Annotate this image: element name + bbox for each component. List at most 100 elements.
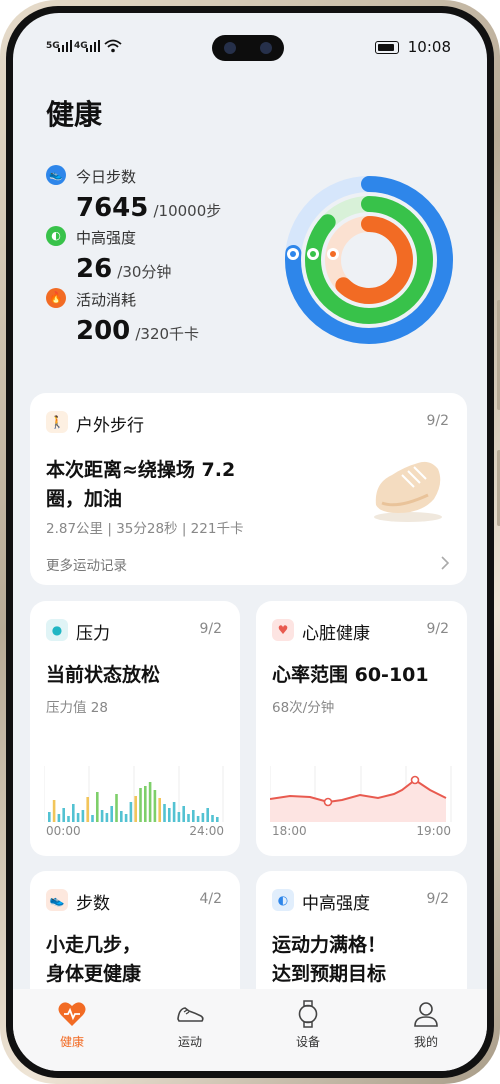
stress-bar bbox=[96, 792, 99, 822]
metric-label: 今日步数 bbox=[76, 168, 137, 186]
shoe-icon bbox=[177, 1007, 204, 1022]
intensity-message-line1: 运动力满格！ bbox=[272, 934, 387, 956]
stress-bar bbox=[201, 813, 205, 822]
outdoor-walk-card[interactable]: 🚶 户外步行 9/2 本次距离≈绕操场 7.2 圈，加油 2.87公里 | 35… bbox=[30, 393, 467, 585]
signal-bars-icon bbox=[58, 40, 72, 52]
stress-bar bbox=[100, 810, 104, 822]
stress-bar bbox=[206, 808, 209, 822]
stress-bar bbox=[110, 806, 113, 822]
heart-rate-value: 68次/分钟 bbox=[272, 700, 335, 716]
stress-bar bbox=[168, 808, 171, 822]
stress-card[interactable]: ● 压力 9/2 当前状态放松 压力值 28 00:00 24:00 bbox=[30, 601, 240, 856]
stress-bar bbox=[124, 814, 128, 822]
card-date: 4/2 bbox=[199, 891, 222, 907]
tab-label: 我的 bbox=[413, 1035, 438, 1049]
stress-value: 压力值 28 bbox=[46, 700, 108, 716]
profile-icon bbox=[414, 1002, 438, 1027]
card-title: 压力 bbox=[76, 624, 110, 644]
stress-bar bbox=[52, 800, 56, 822]
stress-bar bbox=[67, 816, 70, 822]
stress-bar bbox=[144, 786, 147, 822]
metric-label: 中高强度 bbox=[76, 229, 137, 247]
stress-bar bbox=[172, 802, 176, 822]
tab-exercise[interactable]: 运动 bbox=[131, 989, 249, 1071]
screen: 5G 4G 10:08 健康 👟 今日步数 7645 /10000步 ◐ 中高强… bbox=[13, 13, 487, 1071]
tab-label: 设备 bbox=[295, 1035, 320, 1049]
steps-message-line1: 小走几步， bbox=[46, 934, 142, 956]
tab-label: 运动 bbox=[177, 1035, 202, 1049]
card-title: 户外步行 bbox=[76, 416, 144, 436]
stress-icon: ● bbox=[46, 619, 68, 641]
intensity-icon: ◐ bbox=[272, 889, 294, 911]
walking-icon: 👟 bbox=[46, 165, 66, 185]
stress-bar bbox=[196, 816, 200, 822]
stress-bar bbox=[211, 815, 214, 822]
stress-chart bbox=[44, 766, 224, 822]
metric-goal: /10000步 bbox=[153, 202, 222, 220]
metric-value: 200 bbox=[76, 316, 131, 346]
heart-icon bbox=[58, 1002, 86, 1026]
intensity-message-line2: 达到预期目标 bbox=[272, 963, 387, 985]
activity-rings[interactable] bbox=[279, 170, 459, 350]
stress-bar bbox=[134, 796, 137, 822]
stress-bar bbox=[182, 806, 185, 822]
stress-bar bbox=[216, 817, 219, 822]
stress-bar bbox=[153, 790, 157, 822]
stress-bar bbox=[57, 814, 61, 822]
stress-bar bbox=[76, 813, 80, 822]
heart-rate-chart bbox=[270, 766, 452, 822]
stress-status: 当前状态放松 bbox=[46, 664, 161, 686]
tab-health[interactable]: 健康 bbox=[13, 989, 131, 1071]
signal-bars-icon bbox=[86, 40, 100, 52]
shoe-icon: 👟 bbox=[46, 889, 68, 911]
metric-goal: /30分钟 bbox=[117, 263, 172, 281]
chart-x-start: 18:00 bbox=[272, 824, 307, 838]
stress-bar bbox=[163, 804, 166, 822]
card-date: 9/2 bbox=[426, 413, 449, 429]
more-records-link[interactable]: 更多运动记录 bbox=[46, 554, 127, 574]
front-camera bbox=[212, 35, 284, 61]
chart-x-end: 19:00 bbox=[416, 824, 451, 838]
card-title: 中高强度 bbox=[302, 894, 370, 914]
chart-x-end: 24:00 bbox=[189, 824, 224, 838]
wifi-icon bbox=[104, 39, 122, 53]
card-title: 步数 bbox=[76, 894, 110, 914]
tab-profile[interactable]: 我的 bbox=[367, 989, 485, 1071]
status-bar: 5G 4G 10:08 bbox=[13, 13, 487, 61]
metric-value: 26 bbox=[76, 254, 113, 284]
page-title: 健康 bbox=[46, 98, 103, 131]
steps-message-line2: 身体更健康 bbox=[46, 963, 142, 985]
metric-value: 7645 bbox=[76, 193, 149, 223]
heart-icon: ♥ bbox=[272, 619, 294, 641]
walk-stats: 2.87公里 | 35分28秒 | 221千卡 bbox=[46, 521, 244, 537]
stress-bar bbox=[192, 810, 195, 822]
flame-icon: 🔥 bbox=[46, 288, 66, 308]
stress-bar bbox=[120, 811, 123, 822]
stress-bar bbox=[115, 794, 118, 822]
stress-bar bbox=[48, 812, 51, 822]
tab-devices[interactable]: 设备 bbox=[249, 989, 367, 1071]
heart-health-card[interactable]: ♥ 心脏健康 9/2 心率范围 60-101 68次/分钟 18:00 19:0… bbox=[256, 601, 467, 856]
stress-bar bbox=[72, 804, 75, 822]
stress-bar bbox=[62, 808, 65, 822]
metric-goal: /320千卡 bbox=[135, 325, 200, 343]
walk-message-line1: 本次距离≈绕操场 7.2 bbox=[46, 459, 236, 481]
battery-icon bbox=[375, 41, 399, 54]
stress-bar bbox=[129, 802, 133, 822]
card-date: 9/2 bbox=[426, 621, 449, 637]
stress-bar bbox=[86, 797, 89, 822]
stress-bar bbox=[158, 798, 161, 822]
stress-bar bbox=[177, 812, 181, 822]
walk-message-line2: 圈，加油 bbox=[46, 488, 123, 510]
sneaker-image bbox=[374, 461, 442, 522]
stress-bar bbox=[148, 782, 152, 822]
chevron-right-icon[interactable] bbox=[441, 556, 449, 570]
card-date: 9/2 bbox=[199, 621, 222, 637]
stress-bar bbox=[91, 815, 94, 822]
bottom-tab-bar: 健康 运动 设备 我的 bbox=[13, 989, 487, 1071]
intensity-icon: ◐ bbox=[46, 226, 66, 246]
stress-bar bbox=[105, 813, 109, 822]
heart-status: 心率范围 60-101 bbox=[272, 664, 429, 686]
stress-bar bbox=[139, 788, 142, 822]
stress-bar bbox=[187, 814, 190, 822]
